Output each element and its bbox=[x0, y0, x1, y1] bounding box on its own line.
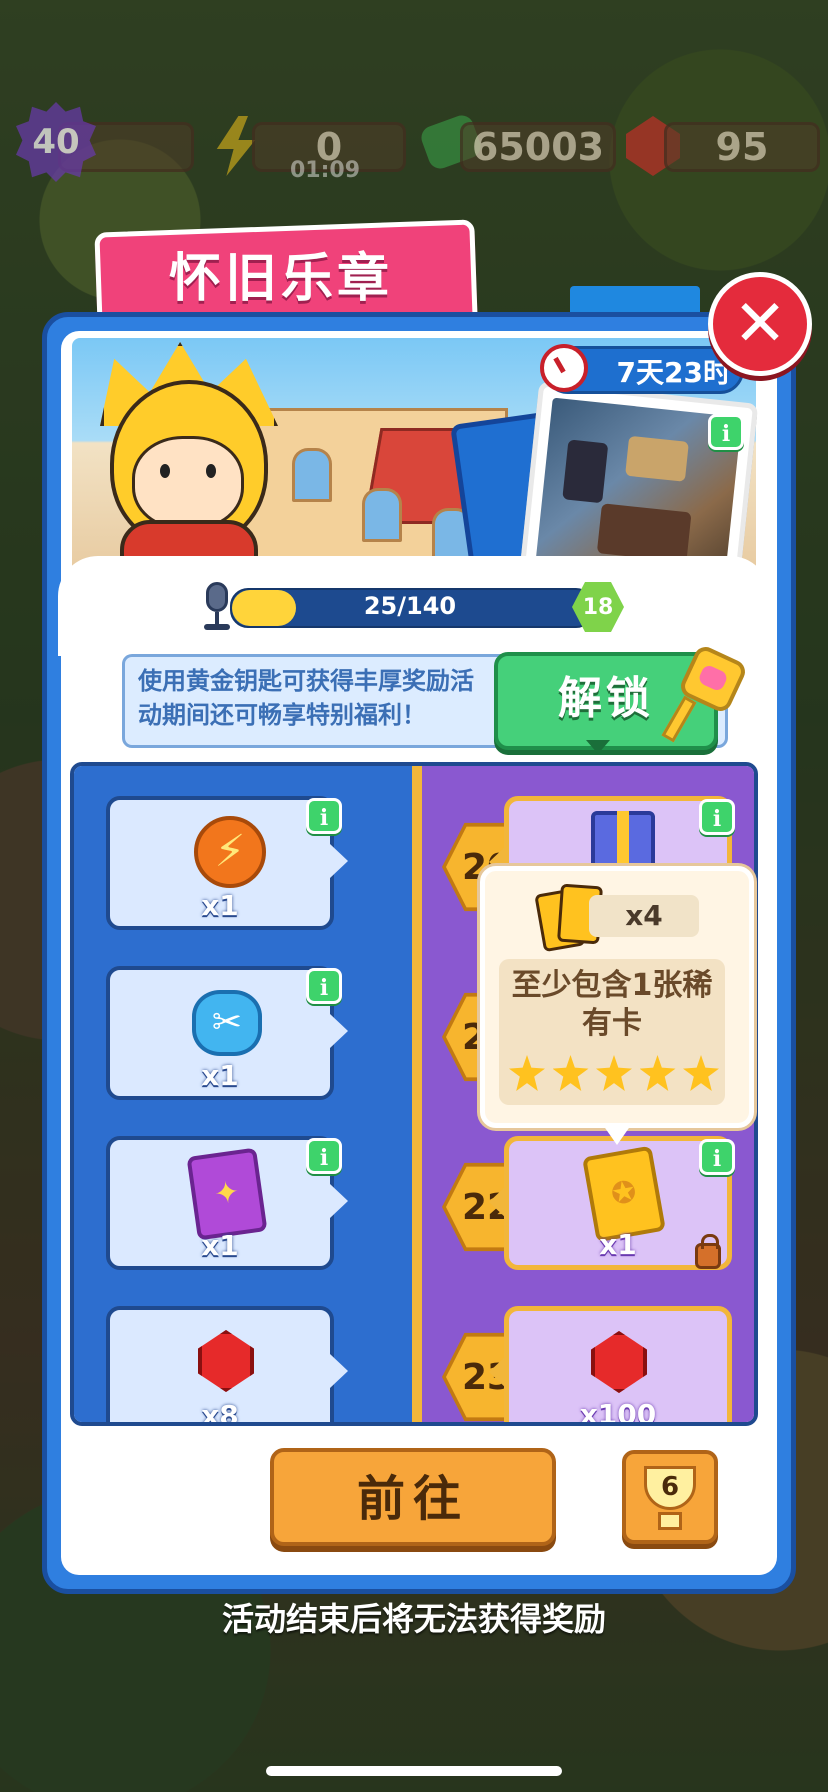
track-line bbox=[412, 766, 422, 1422]
golden-key-icon bbox=[661, 643, 749, 743]
free-reward-20[interactable]: ⚡ x1 i bbox=[106, 796, 342, 930]
star-icon bbox=[683, 1055, 719, 1091]
tooltip-qty: x4 bbox=[589, 895, 699, 937]
event-title: 怀旧乐章 bbox=[168, 249, 393, 309]
card-info-button[interactable]: i bbox=[708, 414, 744, 450]
info-icon[interactable]: i bbox=[306, 798, 342, 834]
go-button[interactable]: 前往 bbox=[270, 1448, 556, 1546]
time-left: 7天23时 bbox=[616, 356, 731, 389]
trophy-count: 6 bbox=[660, 1472, 680, 1502]
scissors-icon: ✂ bbox=[192, 990, 262, 1056]
star-icon bbox=[639, 1055, 676, 1091]
window-shape bbox=[362, 488, 402, 542]
info-icon[interactable]: i bbox=[306, 1138, 342, 1174]
reward-qty: x1 bbox=[201, 1229, 239, 1262]
mic-base bbox=[204, 624, 230, 630]
info-icon[interactable]: i bbox=[306, 968, 342, 1004]
rarity-stars bbox=[509, 1055, 719, 1091]
info-icon[interactable]: i bbox=[699, 1139, 735, 1175]
premium-reward-22[interactable]: ✪ x1 i bbox=[504, 1136, 735, 1270]
reward-tooltip: x4 至少包含1张稀有卡 bbox=[480, 866, 754, 1128]
trophy-base bbox=[658, 1512, 682, 1530]
level-value: 40 bbox=[32, 122, 80, 162]
window-shape bbox=[292, 448, 332, 502]
card-shape bbox=[596, 503, 692, 563]
gems-value: 95 bbox=[715, 125, 769, 169]
energy-timer: 01:09 bbox=[289, 158, 361, 183]
reward-qty: x8 bbox=[201, 1399, 239, 1426]
trophy-icon: 6 bbox=[644, 1466, 696, 1510]
purple-card-pack-icon: ✦ bbox=[186, 1147, 268, 1241]
card-shape bbox=[562, 439, 609, 504]
star-icon bbox=[552, 1055, 589, 1091]
free-reward-22[interactable]: ✦ x1 i bbox=[106, 1136, 342, 1270]
cash-pill[interactable]: 65003 bbox=[460, 122, 616, 172]
progress-text: 25/140 bbox=[363, 592, 457, 620]
character-face bbox=[132, 436, 244, 530]
gift-box-icon bbox=[591, 811, 655, 871]
key-shaft bbox=[661, 695, 697, 743]
mic-head bbox=[206, 582, 228, 612]
gems-pill[interactable]: 95 bbox=[664, 122, 820, 172]
close-icon: ✕ bbox=[733, 287, 787, 361]
character-eye bbox=[160, 464, 170, 478]
unlock-description: 使用黄金钥匙可获得丰厚奖励活动期间还可畅享特别福利！ bbox=[138, 667, 474, 729]
lock-icon bbox=[695, 1234, 721, 1269]
cash-value: 65003 bbox=[471, 125, 605, 169]
reward-qty: x1 bbox=[201, 1059, 239, 1092]
current-level: 18 bbox=[582, 594, 614, 620]
ruby-icon bbox=[591, 1331, 647, 1393]
energy-coin-icon: ⚡ bbox=[194, 816, 266, 888]
star-icon bbox=[596, 1055, 632, 1091]
free-reward-21[interactable]: ✂ x1 i bbox=[106, 966, 342, 1100]
microphone-icon bbox=[202, 582, 232, 632]
trophy-button[interactable]: 6 bbox=[622, 1450, 718, 1544]
star-icon bbox=[509, 1055, 545, 1091]
reward-qty: x1 bbox=[201, 889, 239, 922]
home-indicator[interactable] bbox=[266, 1766, 562, 1776]
tooltip-description: 至少包含1张稀有卡 bbox=[511, 968, 713, 1041]
footer-note: 活动结束后将无法获得奖励 bbox=[221, 1600, 606, 1638]
free-reward-23[interactable]: x8 bbox=[106, 1306, 334, 1426]
info-icon[interactable]: i bbox=[699, 799, 735, 835]
character-eye bbox=[206, 464, 216, 478]
clock-icon bbox=[540, 344, 588, 392]
premium-reward-23[interactable]: x100 bbox=[504, 1306, 732, 1426]
close-button[interactable]: ✕ bbox=[708, 272, 812, 376]
card-shape bbox=[625, 435, 689, 482]
ruby-icon bbox=[198, 1330, 254, 1392]
reward-qty: x100 bbox=[579, 1398, 657, 1426]
